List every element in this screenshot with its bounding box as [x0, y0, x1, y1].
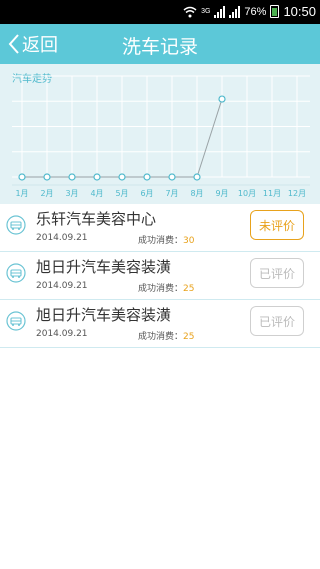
spend-info: 成功消费：25 [138, 281, 194, 294]
spend-amount: 25 [183, 332, 195, 342]
wash-record-list: 乐轩汽车美容中心 2014.09.21 成功消费：30 未评价 旭日升汽车美容装潢 201… [0, 204, 320, 348]
spend-label: 成功消费： [138, 236, 184, 246]
signal-icon-2 [229, 5, 241, 18]
status-icons: 3G 76% 10:50 [183, 4, 316, 19]
x-tick-label: 5月 [115, 189, 128, 198]
spend-amount: 30 [183, 236, 195, 246]
data-point [168, 173, 176, 181]
signal-icon [214, 5, 226, 18]
review-status-button[interactable]: 已评价 [250, 306, 304, 336]
x-tick-label: 3月 [65, 189, 78, 198]
data-point [193, 173, 201, 181]
record-date: 2014.09.21 [36, 281, 88, 291]
x-tick-label: 2月 [40, 189, 53, 198]
data-point [93, 173, 101, 181]
shop-name: 乐轩汽车美容中心 [36, 210, 157, 228]
record-row[interactable]: 旭日升汽车美容装潢 2014.09.21 成功消费：25 已评价 [0, 300, 320, 348]
x-tick-label: 12月 [288, 189, 306, 198]
record-row[interactable]: 乐轩汽车美容中心 2014.09.21 成功消费：30 未评价 [0, 204, 320, 252]
trend-chart: 汽车走势 1月 2月 3月 4月 5月 6月 7月 8月 9月 10月 11月 12月 [0, 64, 320, 204]
x-tick-label: 1月 [15, 189, 28, 198]
clock: 10:50 [283, 4, 316, 19]
battery-percent: 76% [244, 5, 267, 18]
car-wash-icon [6, 263, 26, 283]
data-point [68, 173, 76, 181]
review-status-button[interactable]: 已评价 [250, 258, 304, 288]
status-bar: 3G 76% 10:50 [0, 0, 320, 24]
x-tick-label: 8月 [190, 189, 203, 198]
review-status-button[interactable]: 未评价 [250, 210, 304, 240]
data-point [18, 173, 26, 181]
x-tick-label: 10月 [238, 189, 256, 198]
shop-name: 旭日升汽车美容装潢 [36, 306, 172, 324]
page-title: 洗车记录 [121, 36, 198, 58]
app-header: 返回 洗车记录 [0, 24, 320, 64]
car-wash-icon [6, 215, 26, 235]
data-point [118, 173, 126, 181]
car-wash-icon [6, 311, 26, 331]
x-tick-label: 11月 [263, 189, 281, 198]
data-point [143, 173, 151, 181]
network-type: 3G [201, 8, 211, 15]
battery-icon [270, 5, 280, 18]
spend-label: 成功消费： [138, 284, 184, 294]
record-date: 2014.09.21 [36, 329, 88, 339]
spend-label: 成功消费： [138, 332, 184, 342]
spend-info: 成功消费：30 [138, 233, 194, 246]
trend-chart-svg: 1月 2月 3月 4月 5月 6月 7月 8月 9月 10月 11月 12月 [12, 75, 310, 198]
record-row[interactable]: 旭日升汽车美容装潢 2014.09.21 成功消费：25 已评价 [0, 252, 320, 300]
wifi-icon [183, 6, 197, 17]
x-tick-label: 4月 [90, 189, 103, 198]
data-point [218, 95, 226, 103]
data-point [43, 173, 51, 181]
shop-name: 旭日升汽车美容装潢 [36, 258, 172, 276]
x-tick-label: 7月 [165, 189, 178, 198]
x-tick-label: 6月 [140, 189, 153, 198]
spend-info: 成功消费：25 [138, 329, 194, 342]
spend-amount: 25 [183, 284, 195, 294]
x-tick-label: 9月 [215, 189, 228, 198]
record-date: 2014.09.21 [36, 233, 88, 243]
